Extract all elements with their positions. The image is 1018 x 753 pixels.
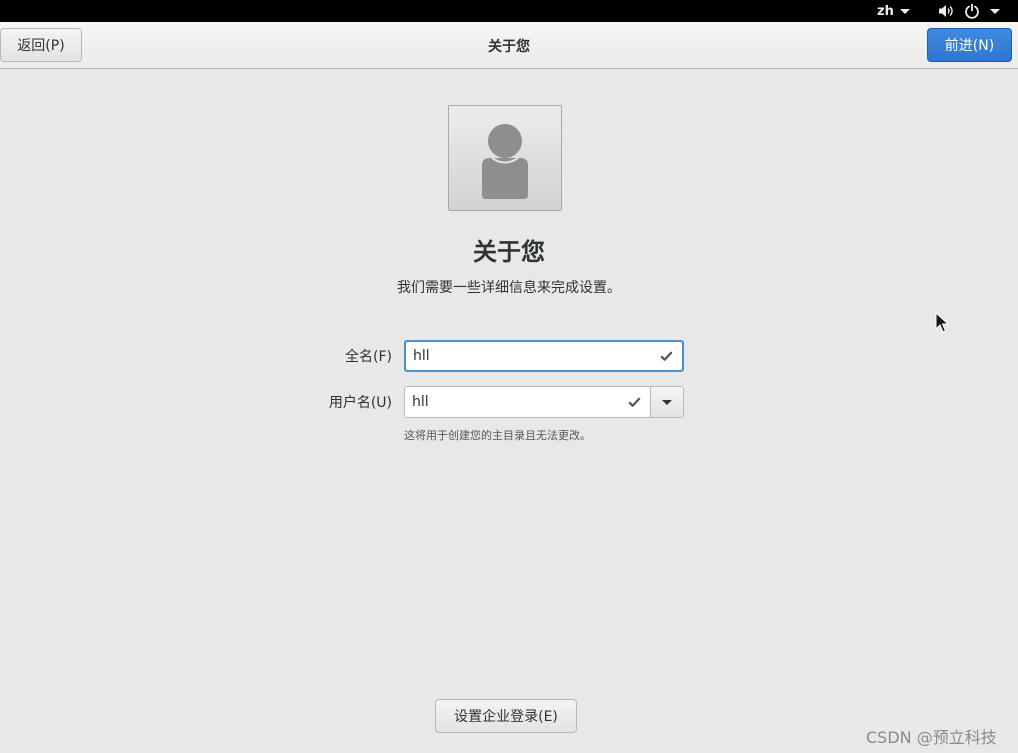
- username-input[interactable]: [405, 387, 615, 417]
- header-bar: 关于您 返回(P) 前进(N): [0, 22, 1018, 69]
- fullname-label: 全名(F): [345, 349, 392, 365]
- chevron-down-icon: [899, 8, 910, 14]
- user-avatar-icon: [482, 124, 528, 199]
- username-hint: 这将用于创建您的主目录且无法更改。: [404, 429, 591, 442]
- system-status-menu[interactable]: [938, 0, 1000, 22]
- fullname-input[interactable]: [406, 342, 646, 370]
- checkmark-icon: [660, 351, 673, 361]
- language-label: zh: [877, 3, 894, 19]
- chevron-down-icon: [990, 8, 1000, 14]
- watermark: CSDN @预立科技: [866, 728, 997, 747]
- power-icon: [965, 3, 979, 19]
- volume-icon: [939, 5, 953, 17]
- checkmark-icon: [628, 397, 641, 407]
- next-button[interactable]: 前进(N): [927, 28, 1012, 62]
- language-indicator[interactable]: zh: [877, 0, 910, 22]
- avatar-button[interactable]: [448, 105, 562, 211]
- chevron-down-icon: [662, 399, 672, 405]
- enterprise-login-button[interactable]: 设置企业登录(E): [435, 699, 577, 733]
- top-system-bar: zh: [0, 0, 1018, 22]
- header-title: 关于您: [488, 38, 530, 55]
- username-label: 用户名(U): [328, 395, 392, 411]
- username-combo[interactable]: [404, 386, 684, 418]
- page-subtitle: 我们需要一些详细信息来完成设置。: [397, 280, 621, 296]
- page-title: 关于您: [473, 238, 545, 266]
- back-button[interactable]: 返回(P): [0, 28, 82, 62]
- username-dropdown-button[interactable]: [650, 387, 683, 417]
- fullname-field[interactable]: [404, 340, 684, 372]
- mouse-pointer-icon: [935, 312, 949, 333]
